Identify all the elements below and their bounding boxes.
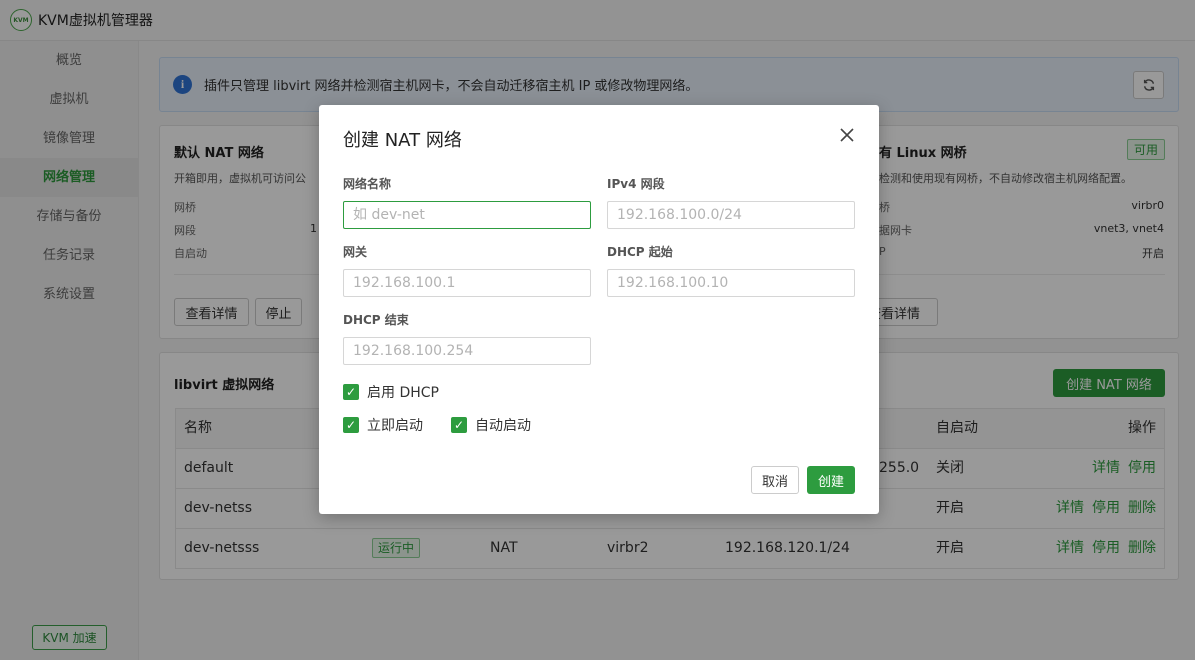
close-icon[interactable] <box>839 127 855 147</box>
autostart-checkbox[interactable]: ✓ 自动启动 <box>451 415 531 435</box>
checkmark-icon: ✓ <box>451 417 467 433</box>
network-name-input[interactable] <box>343 201 591 229</box>
ipv4-subnet-label: IPv4 网段 <box>607 177 665 191</box>
start-now-checkbox[interactable]: ✓ 立即启动 <box>343 415 423 435</box>
checkmark-icon: ✓ <box>343 384 359 400</box>
create-button[interactable]: 创建 <box>807 466 855 494</box>
dhcp-start-input[interactable] <box>607 269 855 297</box>
gateway-input[interactable] <box>343 269 591 297</box>
dhcp-end-input[interactable] <box>343 337 591 365</box>
enable-dhcp-checkbox[interactable]: ✓ 启用 DHCP <box>343 382 439 402</box>
autostart-label: 自动启动 <box>475 418 531 434</box>
dhcp-end-label: DHCP 结束 <box>343 313 409 327</box>
checkmark-icon: ✓ <box>343 417 359 433</box>
gateway-label: 网关 <box>343 245 368 259</box>
network-name-label: 网络名称 <box>343 177 392 191</box>
enable-dhcp-label: 启用 DHCP <box>367 385 439 401</box>
start-now-label: 立即启动 <box>367 418 423 434</box>
dhcp-start-label: DHCP 起始 <box>607 245 673 259</box>
dialog-title: 创建 NAT 网络 <box>343 130 462 151</box>
create-nat-network-dialog: 创建 NAT 网络 网络名称 IPv4 网段 网关 DHCP 起始 DHCP 结… <box>319 105 879 514</box>
ipv4-subnet-input[interactable] <box>607 201 855 229</box>
cancel-button[interactable]: 取消 <box>751 466 799 494</box>
